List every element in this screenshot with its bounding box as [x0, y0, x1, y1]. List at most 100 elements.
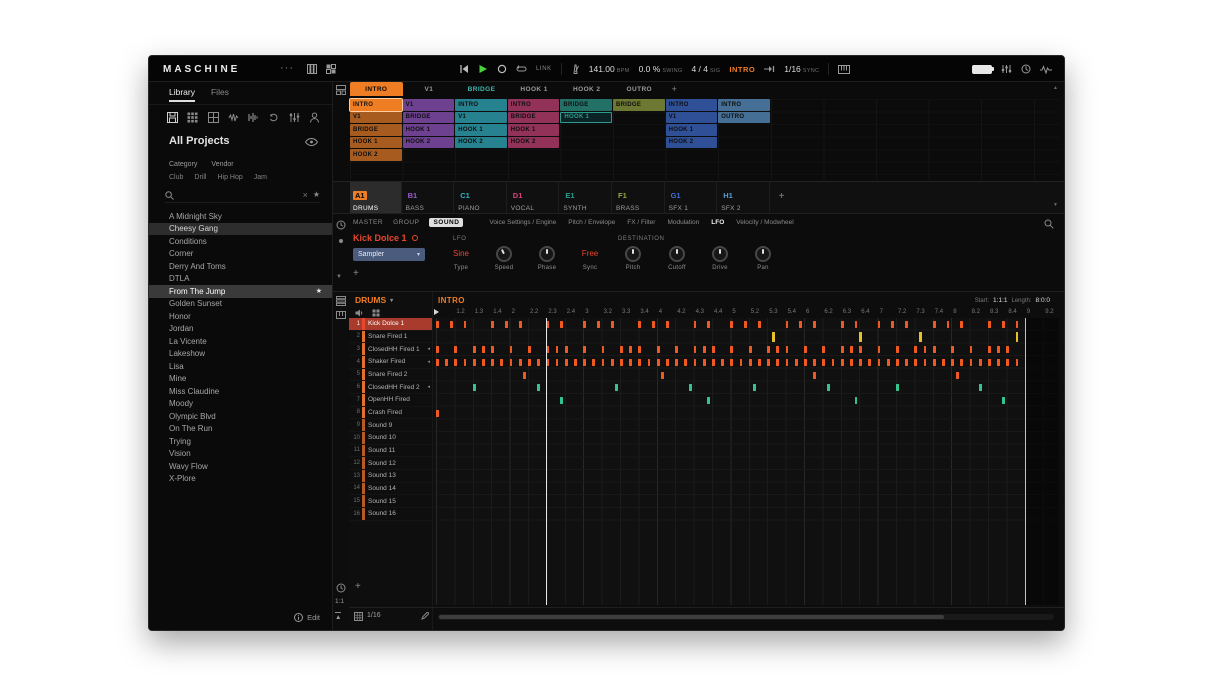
note-event[interactable] — [652, 321, 655, 328]
note-event[interactable] — [454, 346, 458, 354]
playhead[interactable] — [546, 318, 548, 605]
plugin-tab-lfo[interactable]: LFO — [711, 219, 724, 226]
note-event[interactable] — [914, 346, 918, 354]
note-event[interactable] — [647, 358, 651, 366]
scrollbar-thumb[interactable] — [439, 615, 945, 619]
signature-field[interactable]: 4 / 4 SIG — [691, 64, 720, 74]
param-phase[interactable]: Phase — [525, 245, 569, 271]
project-item[interactable]: Lakeshow — [149, 348, 332, 361]
note-event[interactable] — [776, 346, 780, 354]
keyboard-icon[interactable] — [838, 64, 851, 74]
clip-H1-outro[interactable]: OUTRO — [718, 111, 770, 123]
group-F1[interactable]: F1 BRASS — [613, 182, 665, 214]
type-value[interactable]: Sine — [439, 245, 483, 262]
clip-D1-intro[interactable]: INTRO — [507, 99, 560, 111]
filter-category[interactable]: Category — [169, 161, 197, 168]
project-item[interactable]: From The Jump ★ — [149, 285, 332, 298]
note-event[interactable] — [592, 358, 596, 366]
sound-row-16[interactable]: 16 Sound 16 — [349, 507, 432, 521]
phase-knob[interactable] — [539, 246, 555, 262]
note-event[interactable] — [1006, 358, 1010, 366]
favorite-star-icon[interactable]: ★ — [316, 287, 322, 295]
note-event[interactable] — [988, 358, 991, 366]
note-event[interactable] — [583, 346, 586, 354]
pattern-name[interactable]: INTRO — [438, 296, 465, 305]
tab-files[interactable]: Files — [211, 87, 229, 102]
note-event[interactable] — [730, 321, 734, 328]
project-item[interactable]: On The Run — [149, 423, 332, 436]
level-tab-master[interactable]: MASTER — [353, 219, 383, 226]
sound-row-8[interactable]: 8 Crash Fired — [349, 406, 432, 420]
plugin-tab-fx-filter[interactable]: FX / Filter — [627, 219, 655, 226]
note-event[interactable] — [482, 358, 485, 366]
note-event[interactable] — [537, 384, 540, 392]
note-event[interactable] — [969, 358, 973, 366]
note-event[interactable] — [638, 346, 642, 354]
note-event[interactable] — [776, 358, 780, 366]
plugin-tab-voice-settings-engine[interactable]: Voice Settings / Engine — [489, 219, 556, 226]
note-event[interactable] — [629, 358, 632, 366]
note-event[interactable] — [877, 321, 881, 328]
note-event[interactable] — [758, 358, 761, 366]
plugin-tab-modulation[interactable]: Modulation — [667, 219, 699, 226]
note-event[interactable] — [960, 358, 964, 366]
note-event[interactable] — [744, 321, 747, 328]
mixer-icon[interactable] — [1001, 64, 1012, 74]
scene-tab-intro[interactable]: INTRO — [350, 82, 403, 96]
sound-row-3[interactable]: 3 ClosedHH Fired 1 ◂ — [349, 343, 432, 356]
note-event[interactable] — [730, 358, 734, 366]
project-item[interactable]: Mine — [149, 373, 332, 386]
note-event[interactable] — [859, 358, 862, 366]
note-event[interactable] — [601, 346, 605, 354]
projects-icon[interactable] — [167, 112, 178, 123]
clip-G1-hook1[interactable]: HOOK 1 — [665, 124, 718, 136]
note-event[interactable] — [969, 346, 973, 354]
param-sync[interactable]: Free Sync — [568, 245, 612, 271]
automation-clock-icon[interactable] — [336, 220, 346, 230]
param-pan[interactable]: Pan — [741, 245, 785, 271]
clip-A1-hook2[interactable]: HOOK 2 — [350, 149, 402, 161]
sound-row-14[interactable]: 14 Sound 14 — [349, 482, 432, 496]
note-event[interactable] — [583, 358, 586, 366]
note-event[interactable] — [712, 358, 715, 366]
note-event[interactable] — [689, 384, 692, 392]
note-event[interactable] — [491, 358, 494, 366]
horizontal-scrollbar[interactable] — [438, 614, 1054, 620]
note-event[interactable] — [988, 346, 991, 354]
note-event[interactable] — [518, 358, 522, 366]
note-event[interactable] — [638, 358, 642, 366]
prehear-eye-icon[interactable] — [305, 138, 318, 146]
clip-H1-intro[interactable]: INTRO — [718, 99, 770, 111]
project-item[interactable]: Trying — [149, 435, 332, 448]
note-event[interactable] — [449, 321, 453, 328]
note-event[interactable] — [932, 358, 936, 366]
audio-engine-icon[interactable] — [1040, 64, 1052, 74]
plugin-search-icon[interactable] — [1044, 219, 1054, 229]
sound-row-5[interactable]: 5 Snare Fired 2 — [349, 368, 432, 382]
note-event[interactable] — [436, 321, 439, 328]
samples-icon[interactable] — [248, 112, 259, 123]
clip-E1-hook1[interactable]: HOOK 1 — [560, 111, 612, 123]
tag-hiphop[interactable]: Hip Hop — [217, 174, 242, 181]
add-sound-button[interactable]: + — [355, 581, 361, 592]
speed-knob[interactable] — [496, 246, 512, 262]
note-event[interactable] — [656, 346, 660, 354]
note-event[interactable] — [445, 358, 448, 366]
sound-name-row[interactable]: Kick Dolce 1 — [353, 233, 418, 243]
project-item[interactable]: Jordan — [149, 323, 332, 336]
note-event[interactable] — [914, 358, 918, 366]
note-event[interactable] — [656, 358, 660, 366]
swing-field[interactable]: 0.0 % SWING — [639, 64, 683, 74]
note-event[interactable] — [666, 321, 669, 328]
metronome-icon[interactable] — [571, 64, 580, 74]
clear-search-icon[interactable]: × — [303, 190, 308, 200]
user-content-icon[interactable] — [309, 112, 320, 123]
pattern-start-marker[interactable] — [434, 309, 439, 315]
note-event[interactable] — [693, 358, 697, 366]
note-event[interactable] — [675, 346, 678, 354]
sound-row-12[interactable]: 12 Sound 12 — [349, 457, 432, 470]
note-event[interactable] — [868, 358, 872, 366]
instruments-icon[interactable] — [228, 112, 239, 123]
scroll-down-icon[interactable]: ▼ — [1053, 202, 1058, 208]
note-event[interactable] — [436, 346, 439, 354]
